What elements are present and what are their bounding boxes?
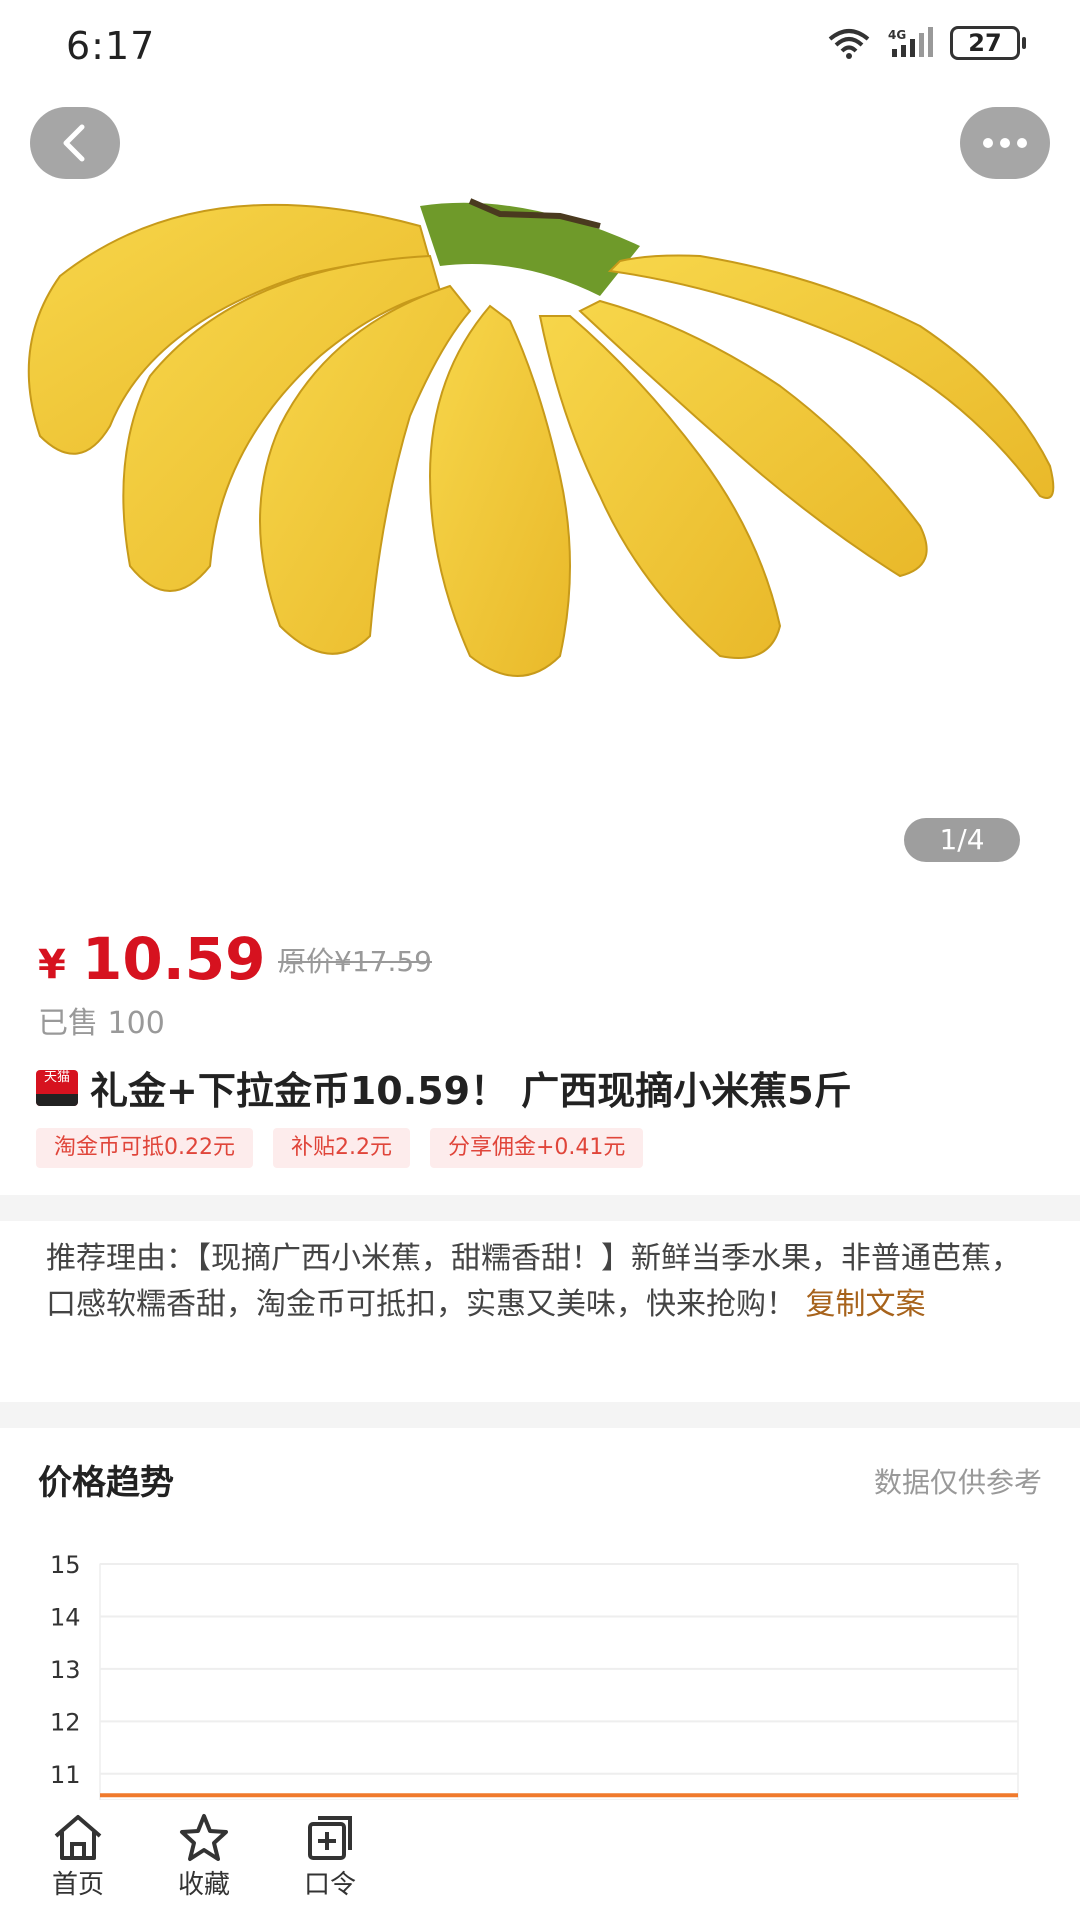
price-trend-title: 价格趋势 <box>38 1463 174 1503</box>
chevron-left-icon <box>63 124 85 162</box>
banana-image <box>27 198 1055 677</box>
star-icon <box>180 1814 228 1861</box>
sold-count: 已售 100 <box>38 1006 165 1041</box>
tmall-badge-label: 天猫 <box>43 1069 70 1085</box>
product-image-gallery[interactable] <box>0 96 1080 896</box>
battery-indicator: 27 <box>950 26 1026 60</box>
y-tick-label: 15 <box>50 1551 81 1579</box>
status-time: 6:17 <box>66 24 156 68</box>
nav-favorite[interactable]: 收藏 <box>154 1812 254 1901</box>
price-trend-note: 数据仅供参考 <box>873 1466 1042 1499</box>
recommendation-text: 推荐理由：【现摘广西小米蕉，甜糯香甜！】新鲜当季水果，非普通芭蕉，口感软糯香甜，… <box>46 1236 1036 1328</box>
promo-tag: 分享佣金+0.41元 <box>430 1128 644 1168</box>
nav-token[interactable]: 口令 <box>280 1812 380 1901</box>
section-divider <box>0 1195 1080 1221</box>
y-tick-label: 13 <box>50 1656 81 1684</box>
copy-add-icon <box>308 1816 352 1860</box>
y-tick-label: 14 <box>50 1603 81 1631</box>
svg-text:4G: 4G <box>888 28 906 42</box>
tmall-badge-icon: 天猫 <box>36 1069 78 1106</box>
original-price: 原价¥17.59 <box>278 945 432 978</box>
promo-tag: 淘金币可抵0.22元 <box>36 1128 253 1168</box>
nav-home[interactable]: 首页 <box>28 1812 128 1901</box>
price-currency: ¥ <box>38 942 66 988</box>
more-options-button[interactable] <box>960 107 1050 179</box>
back-button[interactable] <box>30 107 120 179</box>
current-price: 10.59 <box>82 925 266 993</box>
more-dots-icon <box>983 138 1027 148</box>
price-trend-chart: 15 14 13 12 11 <box>50 1551 1019 1800</box>
y-tick-label: 11 <box>50 1761 81 1789</box>
copy-text-link[interactable]: 复制文案 <box>806 1287 926 1322</box>
status-icons: 4G 27 <box>826 26 1026 60</box>
image-page-indicator: 1/4 <box>904 818 1020 862</box>
chart-frame <box>99 1563 1019 1800</box>
wifi-icon <box>828 29 870 59</box>
product-title: 礼金+下拉金币10.59！ 广西现摘小米蕉5斤 <box>90 1069 852 1113</box>
promo-tag: 补贴2.2元 <box>273 1128 410 1168</box>
status-bar: 6:17 4G 27 <box>0 0 1080 96</box>
nav-home-label: 首页 <box>51 1870 104 1900</box>
section-divider <box>0 1402 1080 1428</box>
y-tick-label: 12 <box>50 1708 81 1736</box>
signal-icon: 4G <box>888 27 933 57</box>
home-icon <box>54 1815 102 1860</box>
nav-favorite-label: 收藏 <box>177 1870 230 1900</box>
product-title-row: 天猫 礼金+下拉金币10.59！ 广西现摘小米蕉5斤 <box>36 1060 852 1115</box>
promo-tags: 淘金币可抵0.22元 补贴2.2元 分享佣金+0.41元 <box>36 1128 644 1168</box>
nav-token-label: 口令 <box>303 1870 356 1900</box>
